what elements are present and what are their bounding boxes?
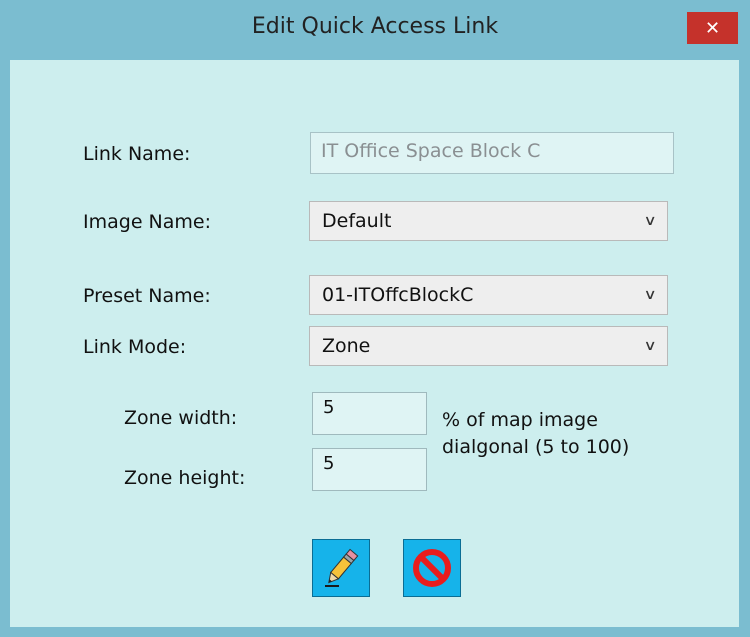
edit-button[interactable]: [312, 539, 370, 597]
zone-height-label: Zone height:: [124, 467, 246, 489]
chevron-down-icon: ∨: [643, 338, 657, 354]
close-button[interactable]: ✕: [687, 12, 738, 44]
dialog-window: Edit Quick Access Link ✕ Link Name: IT O…: [0, 0, 750, 637]
image-name-value: Default: [322, 210, 392, 232]
zone-hint-line2: dialgonal (5 to 100): [442, 436, 630, 458]
preset-name-dropdown[interactable]: 01-ITOffcBlockC ∨: [309, 275, 668, 315]
zone-hint-line1: % of map image: [442, 409, 598, 431]
link-mode-value: Zone: [322, 335, 371, 357]
cancel-button[interactable]: [403, 539, 461, 597]
zone-width-input[interactable]: 5: [312, 392, 427, 435]
image-name-dropdown[interactable]: Default ∨: [309, 201, 668, 241]
chevron-down-icon: ∨: [643, 213, 657, 229]
pencil-icon: [325, 548, 359, 587]
title-bar[interactable]: Edit Quick Access Link ✕: [0, 0, 750, 54]
link-name-label: Link Name:: [83, 143, 191, 165]
image-name-label: Image Name:: [83, 211, 211, 233]
link-mode-label: Link Mode:: [83, 336, 187, 358]
zone-width-label: Zone width:: [124, 407, 238, 429]
link-name-field[interactable]: IT Office Space Block C: [310, 132, 674, 174]
chevron-down-icon: ∨: [643, 287, 657, 303]
preset-name-value: 01-ITOffcBlockC: [322, 284, 474, 306]
prohibited-icon: [413, 549, 451, 587]
zone-height-input[interactable]: 5: [312, 448, 427, 491]
dialog-content: Link Name: IT Office Space Block C Image…: [10, 60, 739, 627]
close-icon: ✕: [704, 17, 721, 39]
link-mode-dropdown[interactable]: Zone ∨: [309, 326, 668, 366]
window-title: Edit Quick Access Link: [251, 14, 499, 39]
preset-name-label: Preset Name:: [83, 285, 211, 307]
